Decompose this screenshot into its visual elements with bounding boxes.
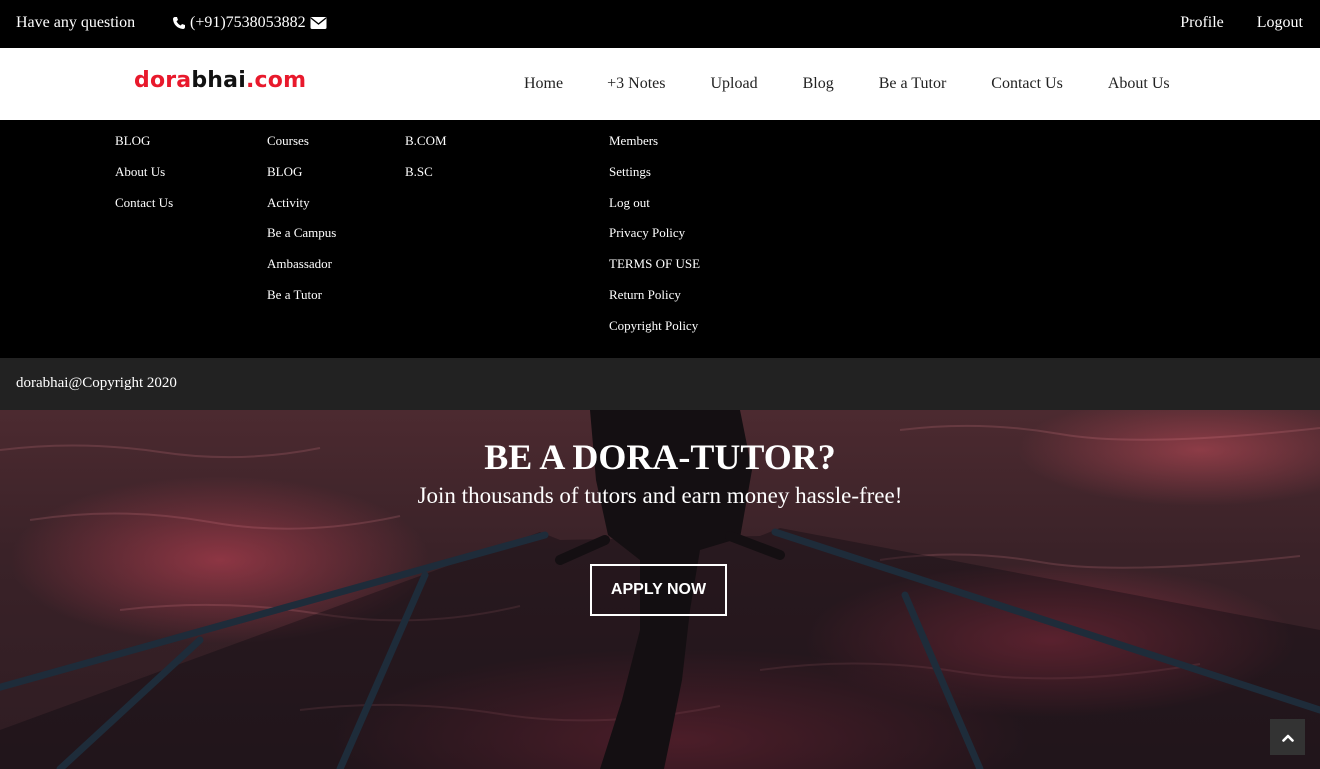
footer-link[interactable]: TERMS OF USE [609,256,700,287]
nav-contact-us[interactable]: Contact Us [991,75,1063,93]
footer-links: BLOG About Us Contact Us Courses BLOG Ac… [0,120,1320,358]
footer-link[interactable]: Ambassador [267,256,336,287]
footer-link[interactable]: BLOG [267,164,336,195]
footer-link[interactable]: B.SC [405,164,447,195]
nav-upload[interactable]: Upload [710,75,757,93]
tutor-hero-banner: BE A DORA-TUTOR? Join thousands of tutor… [0,410,1320,769]
scroll-to-top-button[interactable] [1270,719,1305,755]
footer-link[interactable]: Return Policy [609,287,700,318]
nav-menu: Home +3 Notes Upload Blog Be a Tutor Con… [524,75,1170,93]
footer-link[interactable]: Settings [609,164,700,195]
logo-part-dora: dora [134,68,192,93]
footer-link[interactable]: Be a Campus [267,225,336,256]
copyright-bar: dorabhai@Copyright 2020 [0,358,1320,410]
footer-link[interactable]: Activity [267,195,336,226]
top-info-bar: Have any question (+91)7538053882 Profil… [0,0,1320,48]
phone-contact[interactable]: (+91)7538053882 [172,14,327,32]
footer-link[interactable]: Log out [609,195,700,226]
footer-link[interactable]: About Us [115,164,173,195]
nav-notes[interactable]: +3 Notes [607,75,665,93]
footer-column-4: Members Settings Log out Privacy Policy … [609,133,700,349]
envelope-icon[interactable] [310,16,327,30]
logo-part-com: .com [245,68,307,93]
footer-link[interactable]: Privacy Policy [609,225,700,256]
footer-link[interactable]: B.COM [405,133,447,164]
logo-part-bhai: bhai [191,68,246,93]
main-navbar: dorabhai.com Home +3 Notes Upload Blog B… [0,48,1320,120]
profile-link[interactable]: Profile [1180,14,1224,32]
footer-link[interactable]: BLOG [115,133,173,164]
nav-about-us[interactable]: About Us [1108,75,1170,93]
logout-link[interactable]: Logout [1257,14,1303,32]
footer-link[interactable]: Courses [267,133,336,164]
copyright-text: dorabhai@Copyright 2020 [16,375,177,391]
footer-link[interactable]: Copyright Policy [609,318,700,349]
question-text: Have any question [16,14,136,31]
phone-number[interactable]: (+91)7538053882 [190,14,306,32]
footer-column-3: B.COM B.SC [405,133,447,195]
hero-title: BE A DORA-TUTOR? [484,437,836,477]
footer-column-2: Courses BLOG Activity Be a Campus Ambass… [267,133,336,318]
apply-now-button[interactable]: APPLY NOW [590,564,727,616]
site-logo[interactable]: dorabhai.com [134,68,306,93]
footer-link[interactable]: Be a Tutor [267,287,336,318]
nav-be-a-tutor[interactable]: Be a Tutor [879,75,947,93]
nav-blog[interactable]: Blog [803,75,834,93]
footer-column-1: BLOG About Us Contact Us [115,133,173,225]
footer-link[interactable]: Members [609,133,700,164]
hero-subtitle: Join thousands of tutors and earn money … [417,483,903,508]
phone-icon [173,17,185,29]
chevron-up-icon [1281,734,1294,742]
nav-home[interactable]: Home [524,75,563,93]
footer-link[interactable]: Contact Us [115,195,173,226]
